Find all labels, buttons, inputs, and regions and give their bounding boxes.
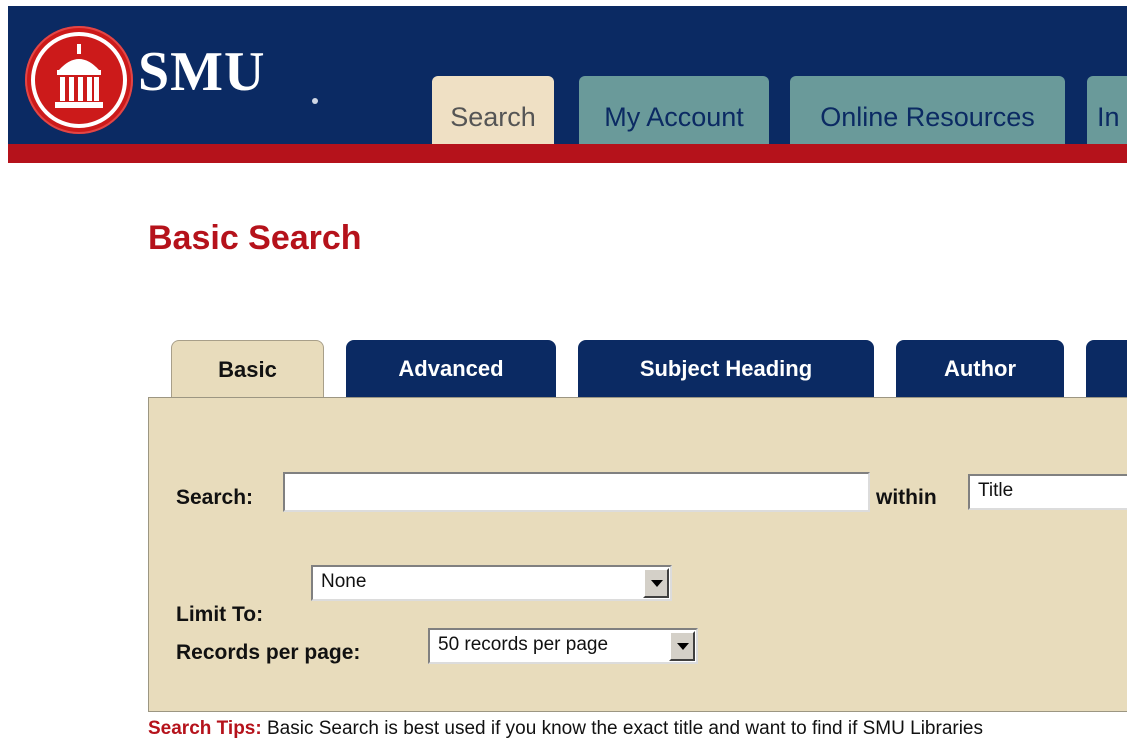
header-stripe	[8, 144, 1127, 163]
tab-advanced[interactable]: Advanced	[346, 340, 556, 398]
limit-select[interactable]: None	[311, 565, 672, 601]
chevron-down-icon[interactable]	[669, 631, 695, 661]
records-select[interactable]: 50 records per page	[428, 628, 698, 664]
search-input[interactable]	[283, 472, 870, 512]
tab-basic[interactable]: Basic	[171, 340, 324, 402]
tab-my-account[interactable]: My Account	[579, 76, 769, 144]
tab-author[interactable]: Author	[896, 340, 1064, 398]
page: SMU Search My Account Online Resources I…	[0, 0, 1127, 739]
records-label: Records per page:	[176, 641, 361, 664]
search-tips-label: Search Tips:	[148, 718, 262, 739]
tab-in[interactable]: In	[1087, 76, 1127, 144]
search-tips: Search Tips: Basic Search is best used i…	[148, 718, 983, 740]
smu-dome-seal-icon[interactable]	[25, 26, 133, 134]
page-title: Basic Search	[148, 219, 362, 257]
records-select-value: 50 records per page	[438, 634, 609, 655]
limit-label: Limit To:	[176, 603, 264, 626]
search-label: Search:	[176, 486, 254, 509]
tab-online-resources[interactable]: Online Resources	[790, 76, 1065, 144]
within-select-value: Title	[978, 480, 1014, 501]
within-label: within	[876, 486, 937, 509]
within-select[interactable]: Title	[968, 474, 1127, 510]
limit-select-value: None	[321, 571, 367, 592]
tab-subject-heading[interactable]: Subject Heading	[578, 340, 874, 398]
tab-search[interactable]: Search	[432, 76, 554, 144]
search-tips-text: Basic Search is best used if you know th…	[266, 718, 984, 739]
tab-more[interactable]	[1086, 340, 1127, 398]
chevron-down-icon[interactable]	[643, 568, 669, 598]
logo-registered-mark	[312, 98, 318, 104]
logo-wordmark[interactable]: SMU	[138, 44, 265, 100]
